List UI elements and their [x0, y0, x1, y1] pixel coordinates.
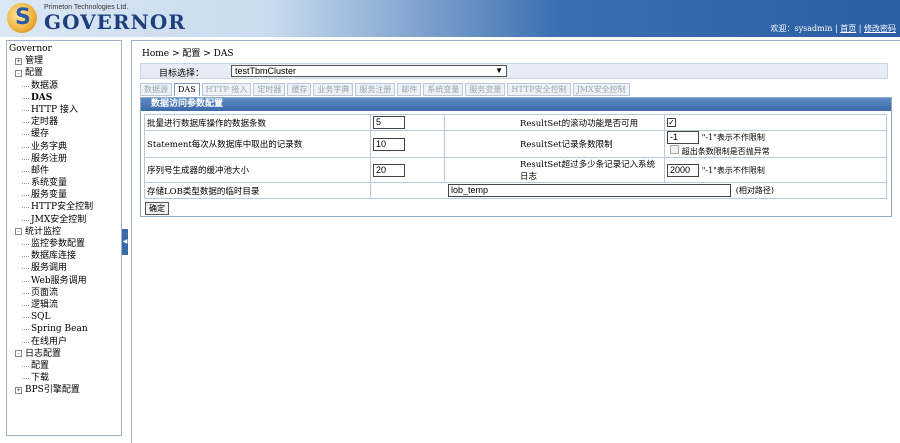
sidebar-item[interactable]: 数据源 — [9, 80, 121, 92]
sidebar-item[interactable]: 页面流 — [9, 287, 121, 299]
sequence-pool-label: 序列号生成器的缓冲池大小 — [144, 157, 371, 183]
table-row: 序列号生成器的缓冲池大小 20 ResultSet超过多少条记录记入系统日志 2… — [144, 157, 887, 183]
tab-item[interactable]: 业务字典 — [313, 83, 354, 96]
collapse-icon[interactable]: - — [15, 228, 22, 236]
sidebar-item[interactable]: Spring Bean — [9, 323, 121, 335]
confirm-button[interactable]: 确定 — [145, 202, 169, 215]
panel-title: 数据访问参数配置 — [141, 98, 891, 111]
sidebar-item[interactable]: 在线用户 — [9, 336, 121, 348]
log-threshold-note: "-1"表示不作限制 — [701, 165, 765, 175]
tab-item[interactable]: JMX安全控制 — [572, 83, 630, 96]
sidebar-item[interactable]: HTTP安全控制 — [9, 201, 121, 213]
tree-group-label: 配置 — [25, 68, 44, 79]
sidebar-item[interactable]: SQL — [9, 311, 121, 323]
scroll-enabled-checkbox[interactable]: ✓ — [667, 117, 676, 127]
tab-item[interactable]: 数据源 — [140, 83, 172, 96]
resultset-limit-note: "-1"表示不作限制 — [701, 133, 765, 142]
tree-group-label: BPS引擎配置 — [25, 385, 80, 396]
target-select[interactable]: testTbmCluster ▼ — [231, 65, 507, 77]
tree-group[interactable]: + BPS引擎配置 — [9, 384, 121, 396]
lob-dir-label: 存储LOB类型数据的临时目录 — [144, 182, 371, 199]
lob-dir-note: (相对路径) — [735, 186, 774, 195]
table-row: 批量进行数据库操作的数据条数 5 ResultSet的滚动功能是否可用 ✓ — [144, 114, 887, 131]
tab-item[interactable]: 邮件 — [397, 83, 422, 96]
das-config-panel: 数据访问参数配置 批量进行数据库操作的数据条数 5 ResultSet的滚动功能… — [140, 97, 892, 217]
welcome-text: 欢迎：sysadmin — [770, 24, 833, 33]
table-row: Statement每次从数据库中取出的记录数 10 ResultSet记录条数限… — [144, 130, 887, 158]
sidebar-item[interactable]: 服务变量 — [9, 189, 121, 201]
tab-item[interactable]: HTTP 接入 — [201, 83, 252, 96]
sidebar-item[interactable]: 下载 — [9, 372, 121, 384]
target-selector-bar: 目标选择： testTbmCluster ▼ — [140, 63, 888, 79]
log-threshold-label: ResultSet超过多少条记录记入系统日志 — [444, 157, 665, 183]
tab-item[interactable]: 服务注册 — [355, 83, 396, 96]
app-brand: GOVERNOR — [44, 10, 186, 34]
sidebar-item[interactable]: 定时器 — [9, 116, 121, 128]
nav-sidebar: Governor + 管理 - 配置 数据源 DAS HTTP 接入 定时器 缓存 业务字典 服务注… — [6, 40, 122, 436]
throw-on-limit-checkbox[interactable] — [670, 145, 679, 154]
tree-group[interactable]: + 管理 — [9, 55, 121, 67]
tab-item[interactable]: 系统变量 — [423, 83, 464, 96]
expand-icon[interactable]: + — [15, 57, 22, 65]
home-link[interactable]: 首页 — [840, 24, 856, 33]
sidebar-item[interactable]: 数据库连接 — [9, 250, 121, 262]
tab-item[interactable]: DAS — [174, 83, 200, 96]
sidebar-item[interactable]: 业务字典 — [9, 141, 121, 153]
das-form-table: 批量进行数据库操作的数据条数 5 ResultSet的滚动功能是否可用 ✓ St… — [144, 114, 887, 199]
sidebar-item[interactable]: 服务注册 — [9, 153, 121, 165]
target-label: 目标选择： — [159, 69, 205, 79]
sidebar-item[interactable]: DAS — [9, 92, 121, 104]
scroll-enabled-label: ResultSet的滚动功能是否可用 — [444, 114, 665, 131]
fetch-size-label: Statement每次从数据库中取出的记录数 — [144, 130, 371, 158]
collapse-sidebar-button[interactable]: ◀ — [122, 229, 128, 255]
throw-on-limit-label: 超出条数限制是否抛异常 — [681, 147, 770, 156]
sidebar-item[interactable]: Web服务调用 — [9, 275, 121, 287]
log-threshold-input[interactable]: 2000 — [667, 163, 699, 177]
resultset-limit-input[interactable]: -1 — [667, 131, 699, 144]
main-content: Home > 配置 > DAS 目标选择： testTbmCluster ▼ 数… — [131, 40, 900, 443]
collapse-icon[interactable]: - — [15, 69, 22, 77]
tree-group[interactable]: - 日志配置 — [9, 348, 121, 360]
tree-group[interactable]: - 配置 — [9, 67, 121, 79]
table-row: 存储LOB类型数据的临时目录 lob_temp (相对路径) — [144, 182, 887, 199]
expand-icon[interactable]: + — [15, 386, 22, 394]
tab-item[interactable]: HTTP安全控制 — [507, 83, 571, 96]
user-links: 欢迎：sysadmin | 首页 | 修改密码 — [770, 24, 896, 33]
app-header: S Primeton Technologies Ltd. GOVERNOR 欢迎… — [0, 0, 900, 37]
breadcrumb: Home > 配置 > DAS — [142, 49, 234, 59]
tab-item[interactable]: 服务变量 — [465, 83, 506, 96]
tree-group[interactable]: - 统计监控 — [9, 226, 121, 238]
sequence-pool-input[interactable]: 20 — [373, 163, 405, 177]
sidebar-item[interactable]: 邮件 — [9, 165, 121, 177]
change-password-link[interactable]: 修改密码 — [864, 24, 896, 33]
tab-item[interactable]: 定时器 — [253, 83, 286, 96]
sidebar-item[interactable]: 配置 — [9, 360, 121, 372]
resultset-limit-label: ResultSet记录条数限制 — [444, 130, 665, 158]
tree-group-label: 管理 — [25, 56, 44, 67]
sidebar-item[interactable]: 监控参数配置 — [9, 238, 121, 250]
sidebar-item[interactable]: 缓存 — [9, 128, 121, 140]
batch-size-label: 批量进行数据库操作的数据条数 — [144, 114, 371, 131]
config-tabs: 数据源 DAS HTTP 接入 定时器 缓存 业务字典 服务注册 邮件 系统变量 服务变量 HTTP… — [140, 83, 632, 97]
nav-tree: Governor + 管理 - 配置 数据源 DAS HTTP 接入 定时器 缓存 业务字典 服务注… — [7, 41, 121, 396]
fetch-size-input[interactable]: 10 — [373, 137, 405, 151]
tree-group-label: 日志配置 — [25, 348, 62, 359]
tree-root[interactable]: Governor — [9, 43, 121, 55]
sidebar-item[interactable]: JMX安全控制 — [9, 214, 121, 226]
lob-dir-input[interactable]: lob_temp — [448, 184, 731, 197]
sidebar-item[interactable]: HTTP 接入 — [9, 104, 121, 116]
primeton-logo-icon: S — [7, 3, 37, 33]
batch-size-input[interactable]: 5 — [373, 116, 405, 129]
sidebar-item[interactable]: 系统变量 — [9, 177, 121, 189]
chevron-down-icon: ▼ — [495, 66, 503, 75]
tree-group-label: 统计监控 — [25, 226, 62, 237]
sidebar-item[interactable]: 逻辑流 — [9, 299, 121, 311]
target-select-value: testTbmCluster — [235, 66, 297, 76]
collapse-icon[interactable]: - — [15, 350, 22, 358]
sidebar-item[interactable]: 服务调用 — [9, 262, 121, 274]
tab-item[interactable]: 缓存 — [287, 83, 312, 96]
